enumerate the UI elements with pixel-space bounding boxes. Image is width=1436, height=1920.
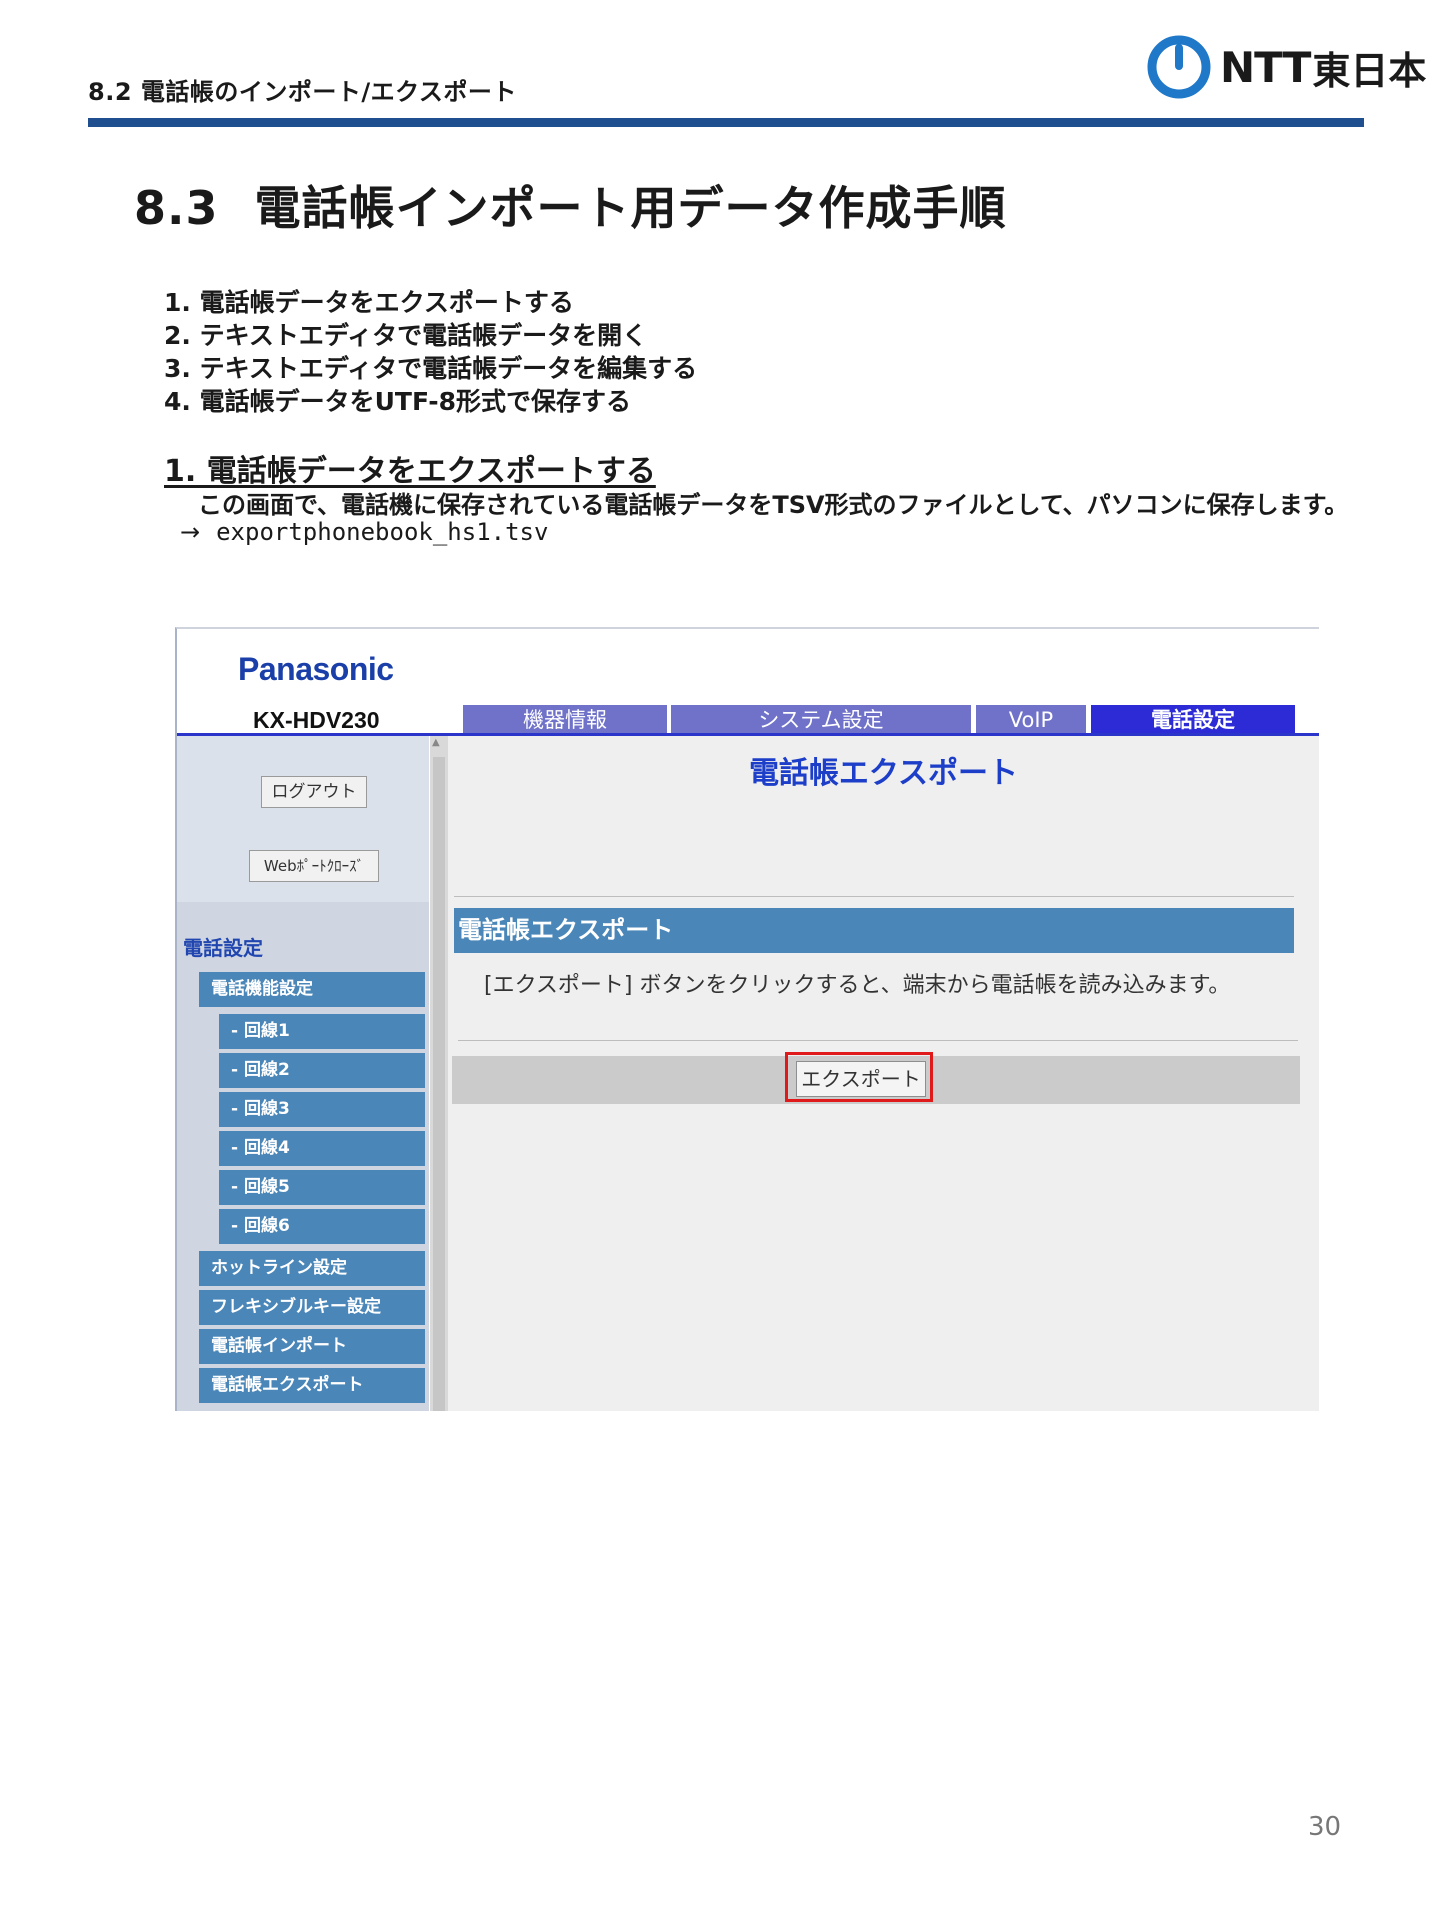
- logo-ntt-text: NTT: [1220, 42, 1311, 92]
- sidebar-item-flexible-key[interactable]: フレキシブルキー設定: [199, 1290, 425, 1325]
- sidebar-top: ログアウト Webﾎﾟｰﾄｸﾛｰｽﾞ: [177, 736, 429, 902]
- section-header: 8.2 電話帳のインポート/エクスポート: [88, 78, 517, 106]
- sidebar-item-phonebook-export[interactable]: 電話帳エクスポート: [199, 1368, 425, 1403]
- divider: [458, 1040, 1298, 1041]
- tab-phone-settings[interactable]: 電話設定: [1091, 705, 1295, 733]
- logo-east-text: 東日本: [1312, 48, 1427, 93]
- sidebar-item-line4[interactable]: - 回線4: [219, 1131, 425, 1166]
- sidebar-item-phone-function[interactable]: 電話機能設定: [199, 972, 425, 1007]
- ntt-logo: NTT 東日本: [1146, 34, 1426, 100]
- export-button[interactable]: エクスポート: [796, 1061, 926, 1097]
- steps-list: 1. 電話帳データをエクスポートする 2. テキストエディタで電話帳データを開く…: [164, 286, 697, 418]
- device-model: KX-HDV230: [253, 707, 380, 733]
- scrollbar-thumb[interactable]: [433, 757, 445, 1411]
- export-section-title: 電話帳エクスポート: [454, 908, 1294, 953]
- step-item: 1. 電話帳データをエクスポートする: [164, 288, 574, 317]
- page-number: 30: [1308, 1812, 1342, 1842]
- web-port-close-button[interactable]: Webﾎﾟｰﾄｸﾛｰｽﾞ: [249, 850, 379, 882]
- export-filename: exportphonebook_hs1.tsv: [216, 518, 549, 546]
- divider: [454, 896, 1294, 897]
- step-item: 3. テキストエディタで電話帳データを編集する: [164, 354, 698, 383]
- page-title: 8.3 電話帳インポート用データ作成手順: [134, 172, 1007, 238]
- title-number: 8.3: [134, 181, 219, 235]
- arrow-icon: →: [180, 518, 201, 546]
- sidebar-item-line6[interactable]: - 回線6: [219, 1209, 425, 1244]
- scroll-up-icon[interactable]: ▲: [432, 737, 440, 748]
- title-text: 電話帳インポート用データ作成手順: [254, 181, 1007, 235]
- main-panel: 電話帳エクスポート 電話帳エクスポート [エクスポート] ボタンをクリックすると…: [448, 736, 1319, 1411]
- sidebar: ログアウト Webﾎﾟｰﾄｸﾛｰｽﾞ 電話設定 電話機能設定 - 回線1 - 回…: [177, 736, 429, 1411]
- main-title: 電話帳エクスポート: [748, 756, 1019, 791]
- panasonic-logo: Panasonic: [238, 651, 394, 687]
- tab-system-settings[interactable]: システム設定: [671, 705, 971, 733]
- section1-heading: 1. 電話帳データをエクスポートする: [164, 454, 656, 489]
- sidebar-item-line2[interactable]: - 回線2: [219, 1053, 425, 1088]
- export-description: [エクスポート] ボタンをクリックすると、端末から電話帳を読み込みます。: [484, 973, 1231, 998]
- step-item: 4. 電話帳データをUTF-8形式で保存する: [164, 387, 632, 416]
- sidebar-item-hotline[interactable]: ホットライン設定: [199, 1251, 425, 1286]
- step-item: 2. テキストエディタで電話帳データを開く: [164, 321, 648, 350]
- logout-button[interactable]: ログアウト: [261, 776, 367, 808]
- section1-description: この画面で、電話機に保存されている電話帳データをTSV形式のファイルとして、パソ…: [198, 491, 1349, 519]
- header-rule: [88, 118, 1364, 127]
- sidebar-item-line1[interactable]: - 回線1: [219, 1014, 425, 1049]
- tab-voip[interactable]: VoIP: [976, 705, 1086, 733]
- ntt-logo-icon: [1147, 35, 1211, 99]
- tab-device-info[interactable]: 機器情報: [463, 705, 667, 733]
- sidebar-item-phonebook-import[interactable]: 電話帳インポート: [199, 1329, 425, 1364]
- section1-filename-line: → exportphonebook_hs1.tsv: [180, 518, 548, 546]
- sidebar-item-line3[interactable]: - 回線3: [219, 1092, 425, 1127]
- phone-web-ui-screenshot: Panasonic KX-HDV230 機器情報 システム設定 VoIP 電話設…: [175, 627, 1319, 1411]
- sidebar-item-line5[interactable]: - 回線5: [219, 1170, 425, 1205]
- sidebar-heading: 電話設定: [183, 936, 263, 960]
